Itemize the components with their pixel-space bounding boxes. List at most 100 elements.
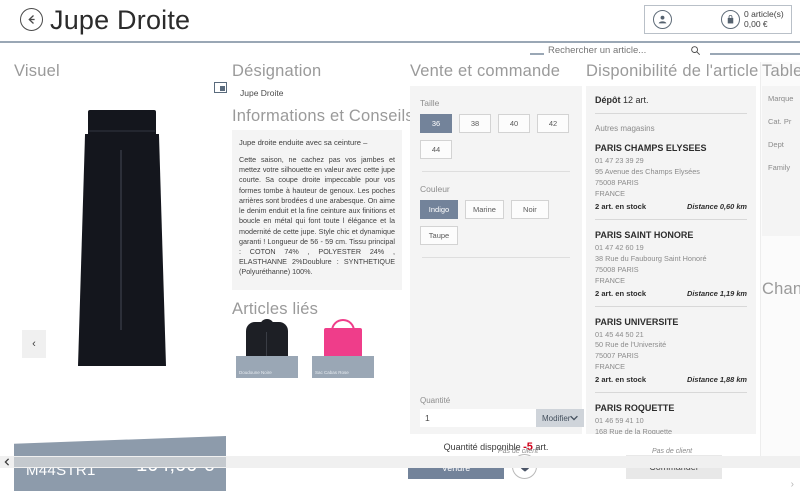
skirt-slit <box>120 150 122 330</box>
store-name: PARIS SAINT HONORE <box>595 229 694 240</box>
availability-panel[interactable]: Dépôt 12 art. Autres magasins PARIS CHAM… <box>586 86 756 434</box>
store-name: PARIS ROQUETTE <box>595 403 675 414</box>
client-icon <box>653 10 672 29</box>
store-item[interactable]: PARIS SAINT HONORE 01 47 42 60 19 38 Rue… <box>595 230 747 298</box>
scrollbar-thumb[interactable] <box>14 457 226 467</box>
channel-section-title: Chan <box>762 280 800 298</box>
product-image[interactable] <box>24 88 216 388</box>
store-address: 50 Rue de l'Université <box>595 340 667 350</box>
cart-icon <box>721 10 740 29</box>
header-divider <box>0 41 800 43</box>
toolbar-pods: 0 article(s) 0,00 € <box>644 5 792 34</box>
skirt-illustration <box>76 110 168 370</box>
cart-summary[interactable]: 0 article(s) 0,00 € <box>717 6 791 33</box>
list-item[interactable]: Doudoune Noire <box>236 319 298 378</box>
store-item[interactable]: PARIS UNIVERSITE 01 45 44 50 21 50 Rue d… <box>595 317 747 385</box>
color-option-taupe[interactable]: Taupe <box>420 226 458 245</box>
chevron-left-icon[interactable] <box>0 456 14 468</box>
divider <box>595 113 747 114</box>
modify-dropdown[interactable]: Modifier <box>536 409 585 427</box>
store-city: 75008 PARIS <box>595 177 639 187</box>
related-section-title: Articles liés <box>232 300 319 318</box>
related-list: Doudoune Noire Sac Cabas Rose <box>236 319 402 382</box>
previous-image-button[interactable]: ‹ <box>22 330 46 358</box>
store-country: FRANCE <box>595 188 625 198</box>
color-option-indigo[interactable]: Indigo <box>420 200 458 219</box>
store-footer: 2 art. en stock Distance 0,60 km <box>595 202 747 211</box>
search-input[interactable] <box>548 45 688 56</box>
availability-column: Disponibilité de l'article Dépôt 12 art.… <box>586 62 758 434</box>
client-selector[interactable] <box>645 6 717 33</box>
page-title: Jupe Droite <box>50 5 191 35</box>
divider <box>595 392 747 394</box>
search-icon[interactable] <box>690 45 701 59</box>
table-section-title: Table <box>762 62 800 80</box>
size-option-40[interactable]: 40 <box>498 114 530 133</box>
store-city: 75007 PARIS <box>595 351 639 361</box>
store-phone: 01 47 42 60 19 <box>595 242 644 252</box>
divider <box>595 218 747 220</box>
color-label: Couleur <box>420 184 450 194</box>
bag-handle <box>331 319 355 335</box>
store-distance: Distance 1,88 km <box>687 375 747 385</box>
color-options: Indigo Marine Noir Taupe <box>420 200 572 245</box>
store-country: FRANCE <box>595 362 625 372</box>
size-options: 36 38 40 42 44 <box>420 114 572 159</box>
depot-label: Dépôt <box>595 95 621 105</box>
modify-label: Modifier <box>542 413 571 423</box>
size-option-36[interactable]: 36 <box>420 114 452 133</box>
skirt-body <box>78 134 166 366</box>
designation-section-title: Désignation <box>232 62 322 80</box>
store-phone: 01 45 44 50 21 <box>595 329 644 339</box>
table-row: Cat. Pr <box>768 117 792 126</box>
store-distance: Distance 0,60 km <box>687 201 747 211</box>
visual-section-title: Visuel <box>14 62 60 80</box>
store-name: PARIS UNIVERSITE <box>595 316 679 327</box>
image-badge-icon[interactable] <box>214 82 227 93</box>
sales-panel: Taille 36 38 40 42 44 Couleur Indigo Mar… <box>410 86 585 453</box>
list-item[interactable]: Sac Cabas Rose <box>312 319 374 378</box>
horizontal-scrollbar[interactable] <box>0 456 800 468</box>
back-arrow-icon[interactable] <box>20 8 43 31</box>
action-buttons: Pas de client Pas de client Vendre Comma… <box>404 436 800 500</box>
infos-body: Cette saison, ne cachez pas vos jambes e… <box>239 155 395 277</box>
color-option-marine[interactable]: Marine <box>465 200 504 219</box>
divider <box>422 171 570 172</box>
search-row <box>530 44 800 62</box>
visual-column: Visuel ‹ <box>14 62 226 432</box>
cart-total: 0,00 € <box>744 18 768 29</box>
table-row: Dept <box>768 140 784 149</box>
related-caption: Doudoune Noire <box>239 370 272 375</box>
sales-section-title: Vente et commande <box>410 62 561 80</box>
infos-lead: Jupe droite enduite avec sa ceinture – <box>239 138 368 147</box>
store-footer: 2 art. en stock Distance 1,88 km <box>595 375 747 384</box>
divider <box>595 305 747 307</box>
store-footer: 2 art. en stock Distance 1,19 km <box>595 289 747 298</box>
store-address: 168 Rue de la Roquette <box>595 427 673 434</box>
quantity-label: Quantité <box>420 396 451 405</box>
designation-value: Jupe Droite <box>240 88 284 98</box>
chevron-down-icon <box>570 414 579 423</box>
store-stock: 2 art. en stock <box>595 201 647 211</box>
store-item[interactable]: PARIS ROQUETTE 01 46 59 41 10 168 Rue de… <box>595 403 747 434</box>
store-distance: Distance 1,19 km <box>687 288 747 298</box>
store-city: 75008 PARIS <box>595 264 639 274</box>
related-caption: Sac Cabas Rose <box>315 370 349 375</box>
chevron-right-icon[interactable]: › <box>791 479 794 490</box>
depot-line: Dépôt 12 art. <box>595 95 747 105</box>
table-panel[interactable]: Marque Cat. Pr Dept Family <box>762 86 800 236</box>
color-option-noir[interactable]: Noir <box>510 200 549 219</box>
store-item[interactable]: PARIS CHAMPS ELYSEES 01 47 23 39 29 95 A… <box>595 143 747 211</box>
size-option-38[interactable]: 38 <box>459 114 491 133</box>
divider <box>422 257 570 258</box>
size-option-42[interactable]: 42 <box>537 114 569 133</box>
bottom-action-bar: M44STR1 104,00 € Pas de client Pas de cl… <box>0 436 800 500</box>
quantity-input[interactable] <box>420 409 536 427</box>
skirt-waistband <box>88 110 156 136</box>
size-option-44[interactable]: 44 <box>420 140 452 159</box>
store-address: 95 Avenue des Champs Elysées <box>595 166 700 176</box>
store-stock: 2 art. en stock <box>595 288 647 298</box>
table-column: Table Marque Cat. Pr Dept Family Chan <box>762 62 800 434</box>
other-stores-label: Autres magasins <box>595 124 655 133</box>
table-row: Family <box>768 163 791 172</box>
